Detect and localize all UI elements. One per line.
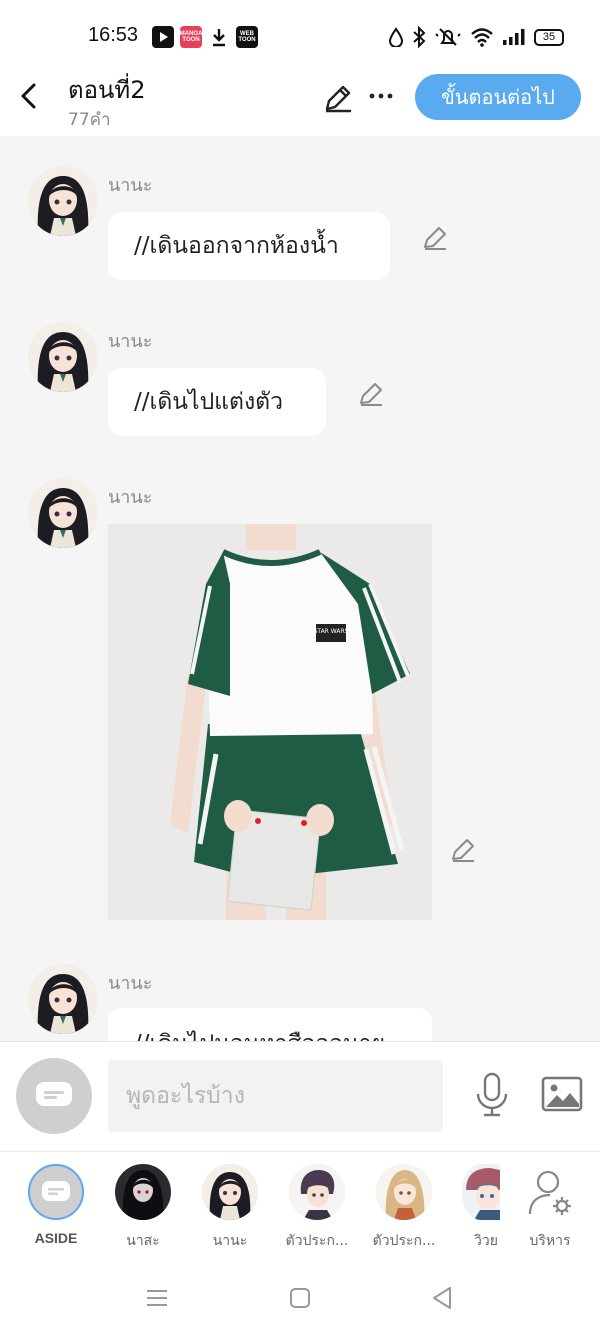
character-nana[interactable]: นานะ	[190, 1164, 270, 1256]
status-system-icons: 35	[388, 26, 564, 48]
character-extra-1[interactable]: ตัวประก...	[277, 1164, 357, 1256]
speech-bubble-icon	[42, 1181, 70, 1201]
mute-icon	[435, 28, 461, 46]
aside-avatar	[28, 1164, 84, 1220]
message-bubble[interactable]: //เดินออกจากห้องน้ำ	[108, 212, 390, 280]
more-dots-icon	[369, 93, 393, 99]
sender-name: นานะ	[108, 487, 153, 508]
back-nav-button[interactable]	[428, 1283, 458, 1313]
character-nasa[interactable]: นาสะ	[103, 1164, 183, 1256]
status-bar: 16:53 MANGA TOON WEB TOON 35	[0, 0, 600, 64]
avatar[interactable]	[28, 166, 98, 236]
avatar[interactable]	[28, 322, 98, 392]
home-button[interactable]	[285, 1283, 315, 1313]
system-nav-bar	[0, 1261, 600, 1333]
character-label: นาสะ	[126, 1233, 160, 1249]
message-input-bar	[0, 1041, 600, 1151]
manage-characters-button[interactable]: บริหาร	[510, 1164, 590, 1256]
message-bubble[interactable]: //เดินไปนอนหาสือออนาย	[108, 1008, 432, 1041]
edit-message-button[interactable]	[449, 836, 477, 864]
status-time: 16:53	[88, 24, 139, 46]
avatar	[289, 1164, 345, 1220]
triangle-back-icon	[433, 1287, 451, 1309]
back-button[interactable]	[14, 78, 42, 114]
chat-area[interactable]: นานะ //เดินออกจากห้องน้ำ นานะ //เดินไปแต…	[0, 136, 600, 1041]
webtoon-icon: WEB TOON	[236, 26, 258, 48]
aside-mode-button[interactable]	[16, 1058, 92, 1134]
character-label: ตัวประก...	[285, 1233, 349, 1249]
character-aside[interactable]: ASIDE	[16, 1164, 96, 1256]
edit-title-button[interactable]	[322, 82, 354, 114]
edit-message-button[interactable]	[421, 224, 449, 252]
character-label: ASIDE	[34, 1230, 78, 1246]
avatar	[202, 1164, 258, 1220]
download-icon	[208, 26, 230, 48]
avatar[interactable]	[28, 478, 98, 548]
sender-name: นานะ	[108, 973, 153, 994]
character-selector: ASIDE นาสะ นานะ ตัวประก... ตัวประก... วิ…	[0, 1151, 600, 1261]
chevron-left-icon	[21, 83, 36, 109]
message-input[interactable]	[108, 1060, 443, 1132]
chapter-title: ตอนที่2	[68, 76, 146, 104]
sender-name: นานะ	[108, 175, 153, 196]
avatar[interactable]	[28, 964, 98, 1034]
bluetooth-icon	[413, 26, 426, 48]
chapter-header: ตอนที่2 77คำ ขั้นตอนต่อไป	[0, 64, 600, 136]
status-app-icons: MANGA TOON WEB TOON	[152, 26, 258, 48]
sender-name: นานะ	[108, 331, 153, 352]
pencil-icon	[452, 839, 474, 862]
avatar	[376, 1164, 432, 1220]
menu-icon	[147, 1290, 167, 1306]
pencil-icon	[424, 227, 446, 250]
voice-input-button[interactable]	[474, 1072, 510, 1118]
character-label: ตัวประก...	[372, 1233, 436, 1249]
manage-icon-wrap	[522, 1164, 578, 1220]
square-icon	[290, 1288, 310, 1308]
signal-icon	[503, 29, 525, 45]
character-extra-2[interactable]: ตัวประก...	[364, 1164, 444, 1256]
youtube-icon	[152, 26, 174, 48]
pencil-icon	[325, 85, 351, 113]
recent-apps-button[interactable]	[142, 1283, 172, 1313]
edit-message-button[interactable]	[357, 380, 385, 408]
word-count: 77คำ	[68, 110, 111, 130]
character-label: บริหาร	[529, 1233, 571, 1249]
wifi-icon	[471, 28, 493, 47]
shirt-print-text: STAR WARS	[314, 628, 349, 635]
send-image-button[interactable]	[541, 1076, 583, 1114]
avatar	[115, 1164, 171, 1220]
more-options-button[interactable]	[366, 80, 396, 112]
character-label: นานะ	[212, 1233, 248, 1249]
message-image[interactable]: STAR WARS	[108, 524, 432, 920]
battery-icon: 35	[534, 28, 564, 46]
message-bubble[interactable]: //เดินไปแต่งตัว	[108, 368, 326, 436]
avatar	[462, 1164, 500, 1220]
microphone-icon	[476, 1072, 508, 1117]
pencil-icon	[360, 383, 382, 406]
data-saver-icon	[388, 27, 404, 47]
user-settings-icon	[528, 1170, 571, 1215]
mangatoon-icon: MANGA TOON	[180, 26, 202, 48]
next-step-button[interactable]: ขั้นตอนต่อไป	[415, 74, 581, 120]
speech-bubble-icon	[36, 1082, 72, 1106]
image-icon	[541, 1076, 583, 1112]
